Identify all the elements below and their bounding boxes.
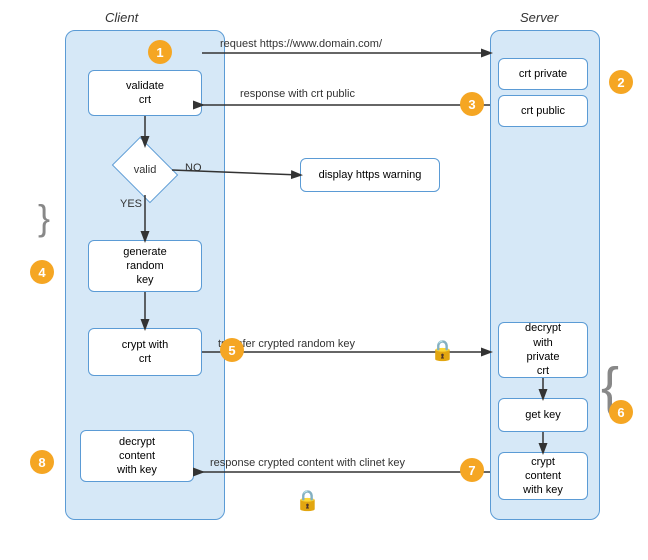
badge-3: 3: [460, 92, 484, 116]
badge-1: 1: [148, 40, 172, 64]
badge-8: 8: [30, 450, 54, 474]
server-label: Server: [520, 10, 558, 25]
get-key-box: get key: [498, 398, 588, 432]
diagram: Client Server validate crt valid generat…: [0, 0, 648, 560]
response-label: response with crt public: [240, 88, 355, 100]
decrypt-private-crt-box: decrypt with private crt: [498, 322, 588, 378]
badge-2: 2: [609, 70, 633, 94]
client-label: Client: [105, 10, 138, 25]
badge-7: 7: [460, 458, 484, 482]
no-label: NO: [185, 162, 202, 174]
request-label: request https://www.domain.com/: [220, 38, 382, 50]
crt-public-box: crt public: [498, 95, 588, 127]
generate-random-key-box: generate random key: [88, 240, 202, 292]
validate-crt-box: validate crt: [88, 70, 202, 116]
crypt-with-crt-box: crypt with crt: [88, 328, 202, 376]
lock-icon-2: 🔒: [295, 488, 320, 513]
response-crypted-label: response crypted content with clinet key: [210, 457, 405, 469]
crt-private-box: crt private: [498, 58, 588, 90]
valid-diamond: [112, 137, 178, 203]
crypt-content-with-key-box: crypt content with key: [498, 452, 588, 500]
badge-4: 4: [30, 260, 54, 284]
yes-label: YES: [120, 198, 142, 210]
decrypt-content-box: decrypt content with key: [80, 430, 194, 482]
display-https-warning-box: display https warning: [300, 158, 440, 192]
left-brace: }: [38, 200, 50, 236]
badge-5: 5: [220, 338, 244, 362]
badge-6: 6: [609, 400, 633, 424]
lock-icon-1: 🔒: [430, 338, 455, 363]
